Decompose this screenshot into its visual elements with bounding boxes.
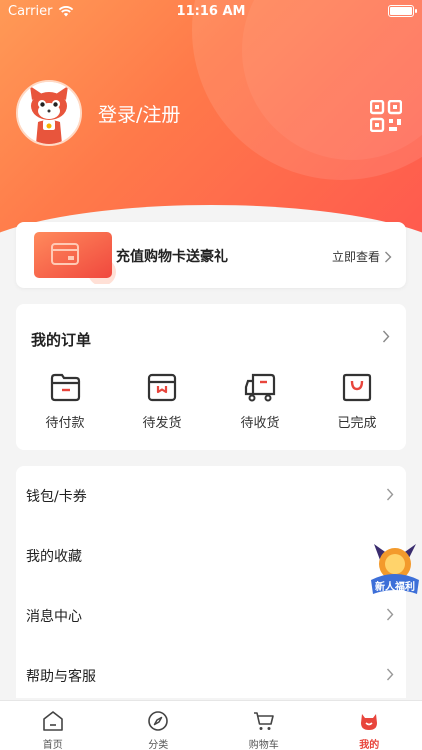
tab-label: 分类 — [148, 740, 169, 750]
menu-list-card: 钱包/卡券 我的收藏 消息中心 帮助与客服 — [16, 466, 406, 698]
compass-icon — [148, 711, 169, 731]
chevron-right-icon — [386, 668, 394, 681]
order-status-completed[interactable]: 已完成 — [322, 370, 392, 431]
tab-label: 首页 — [42, 740, 63, 750]
order-status-label: 待收货 — [240, 416, 280, 431]
gift-card-promo-banner[interactable]: 充值购物卡送豪礼 立即查看 — [16, 222, 406, 288]
bottom-tab-bar: 首页 分类 购物车 我的 — [0, 700, 422, 750]
menu-item-wallet-coupons[interactable]: 钱包/卡券 — [16, 466, 406, 526]
order-status-awaiting-shipment[interactable]: 待发货 — [127, 370, 197, 431]
chevron-right-icon — [386, 608, 394, 621]
menu-item-label: 帮助与客服 — [26, 669, 96, 685]
menu-item-label: 我的收藏 — [26, 549, 82, 565]
qr-code-icon[interactable] — [370, 100, 402, 132]
menu-item-help-support[interactable]: 帮助与客服 — [16, 646, 406, 706]
cart-icon — [253, 712, 274, 730]
gift-card-illustration — [34, 232, 116, 284]
status-time: 11:16 AM — [176, 3, 246, 19]
menu-item-label: 消息中心 — [26, 609, 82, 625]
promo-title: 充值购物卡送豪礼 — [116, 249, 228, 265]
tab-label: 我的 — [359, 740, 380, 750]
avatar[interactable] — [16, 80, 82, 146]
tab-profile[interactable]: 我的 — [317, 701, 422, 750]
my-orders-card: 我的订单 待付款 待发货 待收货 已完成 — [16, 304, 406, 450]
chevron-right-icon — [385, 251, 392, 262]
wallet-icon — [50, 373, 81, 402]
order-status-label: 待发货 — [142, 416, 182, 431]
fox-mascot-avatar — [18, 82, 80, 144]
promo-view-now-link[interactable]: 立即查看 — [332, 248, 392, 265]
tab-label: 购物车 — [248, 740, 279, 750]
new-user-welfare-badge[interactable]: 新人福利 — [368, 540, 422, 598]
chevron-right-icon — [386, 488, 394, 501]
order-status-awaiting-delivery[interactable]: 待收货 — [225, 370, 295, 431]
tab-cart[interactable]: 购物车 — [211, 701, 317, 750]
tab-home[interactable]: 首页 — [0, 701, 106, 750]
order-status-label: 已完成 — [337, 416, 377, 431]
promo-link-label: 立即查看 — [331, 250, 380, 264]
login-register-link[interactable]: 登录/注册 — [98, 100, 180, 127]
order-status-label: 待付款 — [45, 416, 85, 431]
tab-categories[interactable]: 分类 — [106, 701, 212, 750]
menu-item-favorites[interactable]: 我的收藏 — [16, 526, 406, 586]
order-status-pending-payment[interactable]: 待付款 — [30, 370, 100, 431]
menu-item-message-center[interactable]: 消息中心 — [16, 586, 406, 646]
orders-title: 我的订单 — [31, 331, 92, 349]
status-bar: Carrier 11:16 AM — [0, 0, 422, 22]
shopping-bag-icon — [342, 373, 372, 402]
battery-icon — [388, 5, 417, 17]
chevron-right-icon[interactable] — [382, 330, 390, 343]
menu-item-label: 钱包/卡券 — [26, 489, 87, 505]
package-box-icon — [147, 373, 177, 402]
delivery-truck-icon — [244, 373, 276, 402]
profile-face-icon — [361, 714, 378, 730]
badge-label: 新人福利 — [375, 580, 415, 593]
home-icon — [42, 711, 63, 731]
